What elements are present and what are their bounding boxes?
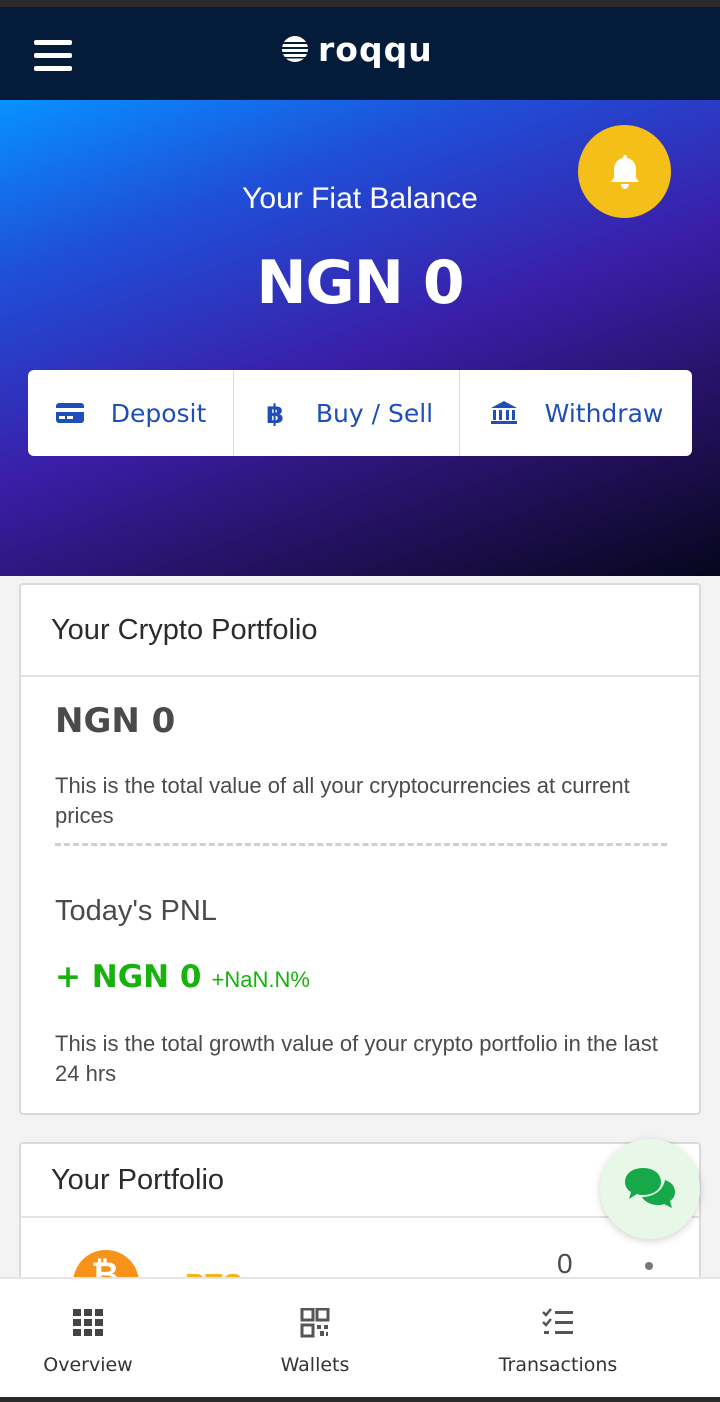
- bottom-navigation: Overview Wallets Transactions: [0, 1277, 720, 1397]
- deposit-button[interactable]: Deposit: [28, 370, 234, 456]
- bank-icon: [490, 401, 517, 424]
- pnl-percent: +NaN.N%: [211, 967, 310, 992]
- status-bar-edge: [0, 0, 720, 7]
- nav-wallets[interactable]: Wallets: [255, 1279, 375, 1399]
- fiat-balance-label: Your Fiat Balance: [242, 182, 478, 215]
- nav-wallets-label: Wallets: [280, 1354, 350, 1376]
- nav-transactions-label: Transactions: [498, 1354, 618, 1376]
- support-chat-button[interactable]: [600, 1139, 700, 1239]
- logo-text: roqqu: [318, 29, 433, 69]
- pnl-amount: + NGN 0: [55, 959, 202, 995]
- qr-code-icon: [300, 1308, 330, 1338]
- nav-overview-label: Overview: [43, 1354, 133, 1376]
- roqqu-logo-icon: [281, 36, 309, 62]
- svg-text:฿: ฿: [266, 400, 284, 426]
- fiat-balance-amount: NGN 0: [256, 248, 464, 318]
- your-portfolio-title: Your Portfolio: [21, 1144, 699, 1218]
- hamburger-menu-icon[interactable]: [34, 40, 72, 72]
- quick-actions: Deposit ฿ Buy / Sell Withdraw: [28, 370, 692, 456]
- withdraw-label: Withdraw: [544, 398, 664, 428]
- withdraw-button[interactable]: Withdraw: [460, 370, 692, 456]
- checklist-icon: [542, 1308, 573, 1334]
- pnl-description: This is the total growth value of your c…: [55, 1031, 658, 1086]
- asset-balance: 0: [557, 1248, 573, 1279]
- crypto-portfolio-description: This is the total value of all your cryp…: [55, 773, 630, 828]
- dashed-divider: [55, 843, 667, 846]
- deposit-label: Deposit: [110, 398, 207, 428]
- grid-icon: [73, 1309, 103, 1336]
- fiat-balance-hero: Your Fiat Balance NGN 0 Deposit ฿ Buy / …: [0, 100, 720, 576]
- crypto-portfolio-amount: NGN 0: [55, 701, 176, 741]
- top-navbar: roqqu: [0, 7, 720, 100]
- nav-overview[interactable]: Overview: [28, 1279, 148, 1399]
- crypto-portfolio-title: Your Crypto Portfolio: [21, 585, 699, 677]
- app-logo: roqqu: [280, 29, 433, 69]
- pnl-value-row: + NGN 0 +NaN.N%: [55, 959, 310, 995]
- buy-sell-label: Buy / Sell: [315, 398, 434, 428]
- more-options-icon[interactable]: [645, 1262, 653, 1270]
- chat-bubbles-icon: [625, 1168, 675, 1208]
- nav-transactions[interactable]: Transactions: [488, 1279, 628, 1399]
- bitcoin-icon: ฿: [266, 400, 284, 426]
- credit-card-icon: [55, 403, 84, 423]
- crypto-portfolio-card: Your Crypto Portfolio NGN 0 This is the …: [19, 583, 701, 1115]
- navigation-bar-edge: [0, 1397, 720, 1402]
- buy-sell-button[interactable]: ฿ Buy / Sell: [234, 370, 460, 456]
- pnl-label: Today's PNL: [55, 895, 217, 927]
